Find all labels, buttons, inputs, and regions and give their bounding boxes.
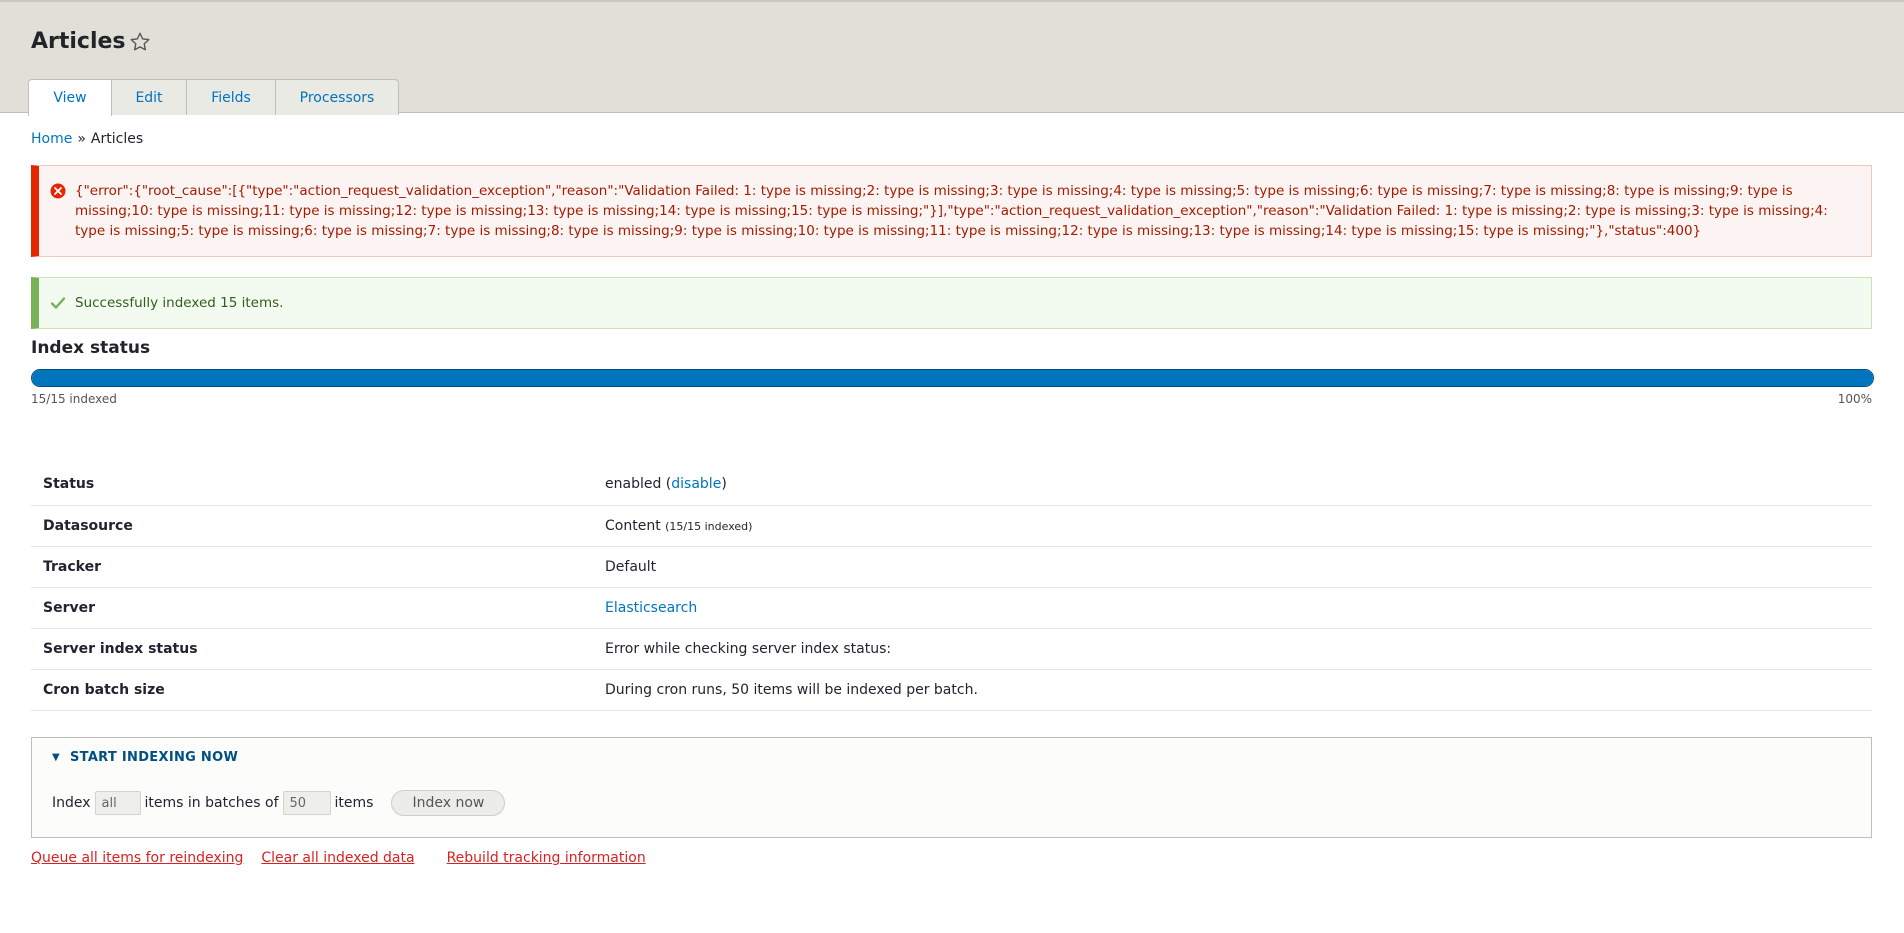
- tab-processors[interactable]: Processors: [275, 79, 399, 115]
- start-indexing-summary[interactable]: ▼ Start indexing now: [52, 750, 238, 765]
- table-row: Tracker Default: [31, 546, 1872, 588]
- status-value: enabled (disable): [605, 464, 1872, 506]
- cron-batch-size-label: Cron batch size: [31, 669, 605, 711]
- server-index-status-value: Error while checking server index status…: [605, 628, 1872, 670]
- table-row: Server Elasticsearch: [31, 587, 1872, 629]
- index-now-button[interactable]: Index now: [391, 790, 506, 816]
- datasource-count: (15/15 indexed): [665, 519, 753, 533]
- index-label: Index: [52, 795, 91, 811]
- breadcrumb-current: Articles: [90, 131, 144, 147]
- page-header: Articles View Edit Fields Processors: [0, 0, 1904, 116]
- clear-indexed-data-link[interactable]: Clear all indexed data: [261, 850, 414, 866]
- server-index-status-label: Server index status: [31, 628, 605, 670]
- table-row: Status enabled (disable): [31, 464, 1872, 506]
- start-indexing-details: ▼ Start indexing now Index items in batc…: [31, 737, 1872, 838]
- status-message: Successfully indexed 15 items.: [31, 277, 1872, 329]
- breadcrumb-home-link[interactable]: Home: [31, 131, 72, 147]
- disable-link[interactable]: disable: [671, 476, 721, 492]
- index-actions: Queue all items for reindexing Clear all…: [31, 850, 646, 866]
- batches-label: items in batches of: [144, 795, 279, 811]
- status-value-suffix: ): [721, 476, 727, 493]
- rebuild-tracking-link[interactable]: Rebuild tracking information: [447, 850, 646, 866]
- datasource-label: Datasource: [31, 505, 605, 547]
- tab-edit[interactable]: Edit: [111, 79, 187, 115]
- queue-reindex-link[interactable]: Queue all items for reindexing: [31, 850, 243, 866]
- table-row: Server index status Error while checking…: [31, 628, 1872, 670]
- error-icon: [50, 183, 66, 199]
- index-limit-input[interactable]: [94, 791, 141, 815]
- datasource-value: Content (15/15 indexed): [605, 505, 1872, 547]
- server-label: Server: [31, 587, 605, 629]
- breadcrumb: Home » Articles: [31, 131, 143, 147]
- table-row: Datasource Content (15/15 indexed): [31, 505, 1872, 547]
- tracker-value: Default: [605, 546, 1872, 588]
- index-progress-percent: 100%: [1837, 392, 1872, 406]
- tabs: View Edit Fields Processors: [28, 79, 399, 116]
- batch-size-input[interactable]: [282, 791, 331, 815]
- tracker-label: Tracker: [31, 546, 605, 588]
- index-progress-fill: [32, 370, 1873, 386]
- index-status-title: Index status: [31, 338, 151, 358]
- status-value-text: enabled (: [605, 476, 672, 493]
- cron-batch-size-value: During cron runs, 50 items will be index…: [605, 669, 1872, 711]
- datasource-value-text: Content: [605, 517, 661, 534]
- error-message: {"error":{"root_cause":[{"type":"action_…: [31, 165, 1872, 257]
- index-progress-bar: [31, 369, 1874, 387]
- triangle-down-icon: ▼: [52, 752, 60, 763]
- error-message-text: {"error":{"root_cause":[{"type":"action_…: [75, 183, 1828, 239]
- index-info-table: Status enabled (disable) Datasource Cont…: [31, 464, 1872, 711]
- index-progress-label: 15/15 indexed: [31, 392, 117, 406]
- breadcrumb-separator: »: [77, 131, 86, 147]
- star-icon[interactable]: [129, 31, 151, 53]
- server-value: Elasticsearch: [605, 587, 1872, 629]
- status-label: Status: [31, 464, 605, 506]
- start-indexing-summary-label: Start indexing now: [70, 750, 239, 765]
- status-message-text: Successfully indexed 15 items.: [75, 295, 284, 311]
- items-label: items: [334, 795, 374, 811]
- tab-view[interactable]: View: [28, 79, 112, 116]
- tab-fields[interactable]: Fields: [186, 79, 276, 115]
- server-link[interactable]: Elasticsearch: [605, 600, 697, 616]
- table-row: Cron batch size During cron runs, 50 ite…: [31, 669, 1872, 711]
- page-title: Articles: [31, 29, 126, 54]
- index-form: Index items in batches of items Index no…: [52, 790, 506, 816]
- check-icon: [50, 297, 66, 309]
